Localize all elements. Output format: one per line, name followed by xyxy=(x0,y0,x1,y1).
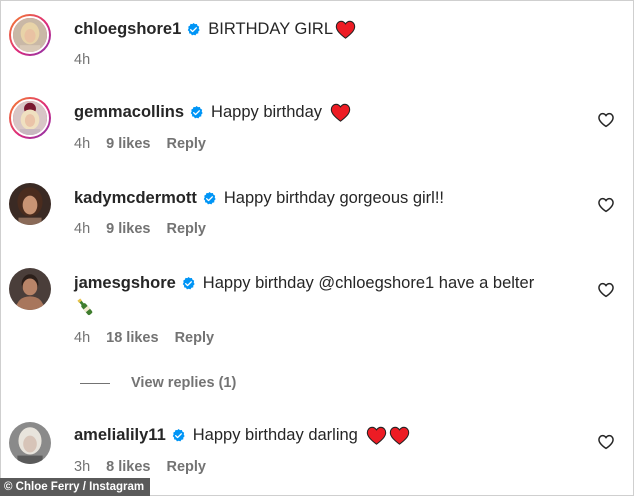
comment-meta: 4h 9 likes Reply xyxy=(74,136,222,152)
avatar-photo-icon xyxy=(9,183,51,225)
comment-line: gemmacollins Happy birthday xyxy=(74,103,351,122)
verified-badge-icon xyxy=(186,22,201,37)
comment-text: Happy birthday darling xyxy=(192,426,358,444)
mention-link[interactable]: @chloegshore1 xyxy=(318,274,434,293)
likes-count[interactable]: 9 likes xyxy=(106,136,150,152)
comment-meta: 4h xyxy=(74,52,106,68)
timestamp: 4h xyxy=(74,52,91,68)
avatar-photo-icon xyxy=(13,18,47,52)
comment-line: chloegshore1 BIRTHDAY GIRL xyxy=(74,20,356,39)
avatar[interactable] xyxy=(9,183,51,225)
avatar[interactable] xyxy=(9,422,51,464)
avatar-photo-icon xyxy=(9,268,51,310)
heart-outline-icon[interactable] xyxy=(597,281,615,299)
timestamp: 4h xyxy=(74,136,91,152)
username[interactable]: gemmacollins xyxy=(74,103,184,122)
red-heart-emoji-icon xyxy=(389,426,410,445)
username[interactable]: jamesgshore xyxy=(74,274,176,293)
verified-badge-icon xyxy=(171,428,186,443)
avatar[interactable] xyxy=(9,97,51,139)
heart-outline-icon[interactable] xyxy=(597,196,615,214)
view-replies-button[interactable]: View replies (1) xyxy=(80,375,236,391)
avatar[interactable] xyxy=(9,14,51,56)
comment-text: Happy birthday gorgeous girl!! xyxy=(223,189,444,207)
comment-meta: 4h 9 likes Reply xyxy=(74,221,222,237)
avatar-photo-icon xyxy=(13,101,47,135)
reply-button[interactable]: Reply xyxy=(175,330,215,346)
reply-button[interactable]: Reply xyxy=(166,459,206,475)
verified-badge-icon xyxy=(189,105,204,120)
red-heart-emoji-icon xyxy=(335,20,356,39)
reply-button[interactable]: Reply xyxy=(166,221,206,237)
comment-line: kadymcdermott Happy birthday gorgeous gi… xyxy=(74,189,444,208)
timestamp: 4h xyxy=(74,221,91,237)
comment-text: Happy birthday xyxy=(202,274,319,292)
heart-outline-icon[interactable] xyxy=(597,111,615,129)
timestamp: 4h xyxy=(74,330,91,346)
comment-line: jamesgshore Happy birthday @chloegshore1… xyxy=(74,274,534,293)
replies-divider xyxy=(80,382,110,384)
reply-button[interactable]: Reply xyxy=(166,136,206,152)
username[interactable]: amelialily11 xyxy=(74,426,166,445)
comment-meta: 3h 8 likes Reply xyxy=(74,459,222,475)
comments-panel xyxy=(0,0,634,496)
verified-badge-icon xyxy=(202,191,217,206)
likes-count[interactable]: 9 likes xyxy=(106,221,150,237)
champagne-bottle-emoji-icon xyxy=(74,296,96,318)
timestamp: 3h xyxy=(74,459,91,475)
comment-text: Happy birthday xyxy=(211,103,323,121)
verified-badge-icon xyxy=(181,276,196,291)
username[interactable]: chloegshore1 xyxy=(74,20,181,39)
username[interactable]: kadymcdermott xyxy=(74,189,197,208)
red-heart-emoji-icon xyxy=(330,103,351,122)
likes-count[interactable]: 18 likes xyxy=(106,330,158,346)
avatar-photo-icon xyxy=(9,422,51,464)
likes-count[interactable]: 8 likes xyxy=(106,459,150,475)
red-heart-emoji-icon xyxy=(366,426,387,445)
comment-text: BIRTHDAY GIRL xyxy=(208,20,333,38)
view-replies-label: View replies (1) xyxy=(131,375,237,391)
avatar[interactable] xyxy=(9,268,51,310)
photo-credit: © Chloe Ferry / Instagram xyxy=(0,478,151,496)
comment-line: amelialily11 Happy birthday darling xyxy=(74,426,410,445)
comment-text-continued: have a belter xyxy=(434,274,535,292)
heart-outline-icon[interactable] xyxy=(597,433,615,451)
comment-meta: 4h 18 likes Reply xyxy=(74,330,230,346)
